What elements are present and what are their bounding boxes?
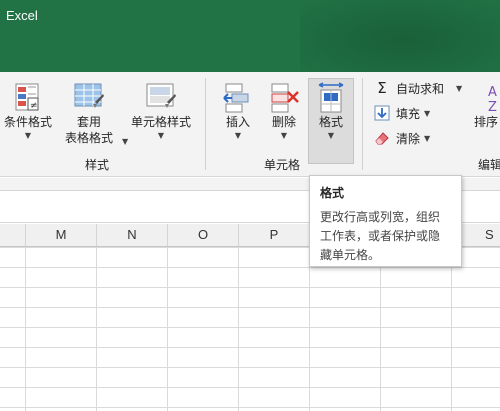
chevron-down-icon: ▼	[234, 131, 242, 140]
format-tooltip: 格式 更改行高或列宽，组织工作表，或者保护或隐藏单元格。	[309, 175, 462, 267]
sort-filter-button[interactable]: A Z 排序	[470, 82, 500, 130]
column-header-n[interactable]: N	[97, 224, 168, 246]
conditional-format-icon: ≠	[12, 82, 44, 114]
conditional-format-button[interactable]: ≠ 条件格式 ▼	[0, 82, 56, 142]
sort-az-icon: A Z	[484, 82, 500, 115]
insert-cells-icon	[222, 82, 254, 114]
title-bar: Excel	[0, 0, 500, 72]
delete-cells-icon	[268, 82, 300, 114]
cell-styles-button[interactable]: 单元格样式 ▼	[124, 82, 198, 142]
sort-label: 排序	[474, 115, 499, 129]
clear-label: 清除	[396, 131, 421, 146]
fill-button[interactable]: 填充 ▼	[374, 103, 430, 123]
chevron-down-icon: ▼	[327, 131, 335, 140]
autosum-button[interactable]: Σ 自动求和 ▼	[374, 78, 462, 98]
ribbon: ≠ 条件格式 ▼ 套用 表格格式 ▼ 单元格样式 ▼ 样式 插入 ▼ 删除 ▼ …	[0, 72, 500, 177]
title-bar-decoration	[300, 0, 500, 72]
sigma-icon: Σ	[377, 79, 387, 97]
editing-group-label: 编辑	[478, 158, 500, 172]
tooltip-title: 格式	[320, 186, 345, 200]
chevron-down-icon: ▼	[456, 83, 463, 93]
insert-button[interactable]: 插入 ▼	[216, 82, 260, 142]
format-as-table-button[interactable]: 套用 表格格式 ▼	[58, 82, 128, 146]
eraser-icon	[374, 130, 390, 146]
column-header-o[interactable]: O	[168, 224, 239, 246]
chevron-down-icon: ▼	[157, 131, 165, 140]
group-divider	[205, 78, 206, 170]
group-divider	[362, 78, 363, 170]
delete-label: 删除	[271, 115, 296, 129]
format-as-table-label-line2: 表格格式	[64, 131, 113, 145]
cell-styles-icon	[145, 82, 177, 114]
styles-group-label: 样式	[85, 158, 110, 172]
format-as-table-label-line1: 套用	[76, 115, 101, 129]
fill-down-icon	[374, 105, 390, 121]
chevron-down-icon: ▼	[424, 133, 431, 143]
chevron-down-icon: ▼	[424, 108, 431, 118]
column-header-m[interactable]: M	[26, 224, 97, 246]
format-label: 格式	[318, 115, 343, 129]
clear-button[interactable]: 清除 ▼	[374, 128, 430, 148]
cell-styles-label: 单元格样式	[130, 115, 191, 129]
svg-text:Z: Z	[488, 100, 497, 114]
delete-button[interactable]: 删除 ▼	[262, 82, 306, 142]
table-format-icon	[73, 82, 105, 114]
svg-text:A: A	[488, 85, 497, 100]
autosum-label: 自动求和	[396, 81, 445, 96]
chevron-down-icon: ▼	[280, 131, 288, 140]
app-title: Excel	[6, 8, 38, 23]
format-cells-icon	[315, 82, 347, 114]
format-button[interactable]: 格式 ▼	[308, 78, 354, 164]
tooltip-body: 更改行高或列宽，组织工作表，或者保护或隐藏单元格。	[320, 210, 441, 262]
fill-label: 填充	[396, 106, 421, 121]
chevron-down-icon: ▼	[24, 131, 32, 140]
column-header-p[interactable]: P	[239, 224, 310, 246]
spreadsheet-grid[interactable]	[0, 247, 500, 411]
column-header-left-partial[interactable]	[0, 224, 26, 246]
svg-text:≠: ≠	[30, 101, 38, 111]
cells-group-label: 单元格	[264, 158, 301, 172]
conditional-format-label: 条件格式	[3, 115, 52, 129]
insert-label: 插入	[225, 115, 250, 129]
